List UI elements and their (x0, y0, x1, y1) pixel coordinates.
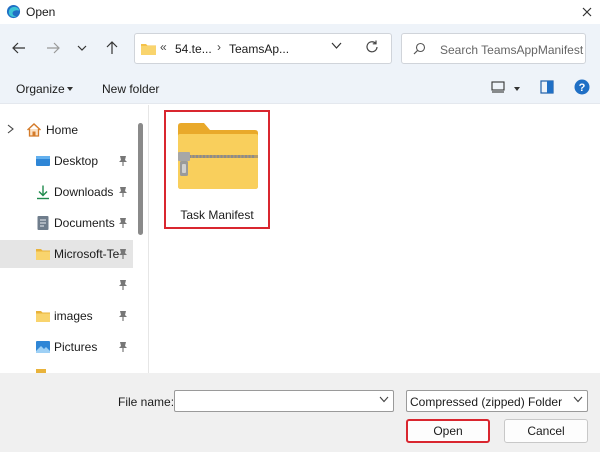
chevron-right-icon[interactable] (7, 124, 14, 134)
file-list: Task Manifest (150, 105, 600, 373)
pin-icon (119, 311, 127, 321)
chevron-down-icon[interactable] (379, 396, 389, 403)
up-button[interactable] (101, 37, 123, 59)
chevron-down-icon (573, 396, 583, 403)
arrow-right-icon (47, 42, 60, 54)
caret-down-icon[interactable] (514, 87, 520, 91)
close-icon (582, 7, 592, 17)
nav-item-label: Home (46, 123, 79, 137)
file-name: Task Manifest (180, 208, 254, 222)
documents-icon (37, 216, 49, 230)
arrow-left-icon (12, 42, 25, 54)
dialog-footer: File name: Compressed (zipped) Folder Op… (0, 373, 600, 452)
desktop-icon (36, 156, 50, 166)
help-icon[interactable]: ? (574, 79, 590, 95)
nav-item-label: Documents (54, 216, 115, 230)
folder-icon (36, 311, 50, 322)
edge-icon (6, 4, 21, 19)
file-item[interactable]: Task Manifest (164, 110, 270, 229)
command-bar: Organize New folder ? (0, 74, 600, 104)
nav-item-label: images (54, 309, 93, 323)
nav-item-label: Desktop (54, 154, 99, 168)
file-name-input[interactable] (174, 390, 394, 412)
cancel-button[interactable]: Cancel (504, 419, 588, 443)
pictures-icon (36, 341, 50, 353)
new-folder-button[interactable]: New folder (102, 82, 159, 96)
nav-pane-scrollbar[interactable] (138, 123, 143, 235)
folder-icon (141, 44, 156, 55)
navigation-pane: Home Desktop Downloads Documents Microso… (0, 105, 149, 373)
file-type-value: Compressed (zipped) Folder (410, 395, 563, 409)
nav-item-pictures[interactable]: Pictures (0, 333, 133, 361)
nav-item-downloads[interactable]: Downloads (0, 178, 133, 206)
file-type-select[interactable]: Compressed (zipped) Folder (406, 390, 588, 412)
search-box[interactable]: Search TeamsAppManifest (401, 33, 586, 64)
forward-button[interactable] (42, 37, 64, 59)
arrow-up-icon (106, 41, 118, 54)
nav-item-label: Microsoft-Te (54, 247, 120, 261)
file-name-label: File name: (118, 395, 175, 409)
nav-item-desktop[interactable]: Desktop (0, 147, 133, 175)
nav-item-home[interactable]: Home (0, 116, 133, 144)
svg-text:?: ? (579, 82, 586, 94)
pin-icon (119, 342, 127, 352)
preview-pane-icon[interactable] (540, 80, 554, 94)
chevron-right-icon: › (217, 40, 221, 54)
download-icon (37, 185, 49, 200)
pin-icon (119, 187, 127, 197)
title-bar: Open (0, 0, 600, 24)
address-overflow[interactable]: « (160, 40, 167, 54)
nav-item-microsoft-te[interactable]: Microsoft-Te (0, 240, 133, 268)
close-button[interactable] (574, 0, 600, 24)
pin-icon (119, 156, 127, 166)
nav-item-label: Pictures (54, 340, 98, 354)
zip-folder-icon (178, 123, 258, 189)
folder-icon (36, 249, 50, 260)
window-title: Open (26, 5, 56, 19)
nav-item-label: Downloads (54, 185, 114, 199)
navigation-bar: « 54.te... › TeamsAp... Search TeamsAppM… (0, 24, 600, 74)
chevron-down-icon (77, 45, 87, 51)
chevron-down-icon[interactable] (331, 42, 342, 49)
organize-menu[interactable]: Organize (16, 82, 65, 96)
nav-item-documents[interactable]: Documents (0, 209, 133, 237)
pin-icon (119, 280, 127, 290)
address-bar[interactable]: « 54.te... › TeamsAp... (134, 33, 392, 64)
back-button[interactable] (8, 37, 30, 59)
nav-item-images[interactable]: images (0, 302, 133, 330)
search-input[interactable]: Search TeamsAppManifest (440, 43, 583, 57)
caret-down-icon[interactable] (67, 87, 73, 91)
pin-icon (119, 218, 127, 228)
open-button[interactable]: Open (406, 419, 490, 443)
address-segment[interactable]: TeamsAp... (229, 42, 289, 56)
address-segment[interactable]: 54.te... (175, 42, 212, 56)
view-icon[interactable] (491, 80, 505, 94)
home-icon (27, 123, 41, 137)
refresh-icon[interactable] (365, 40, 379, 54)
nav-item-unnamed[interactable] (0, 271, 133, 299)
search-icon (413, 42, 426, 55)
recent-locations-button[interactable] (71, 37, 93, 59)
pin-icon (119, 249, 127, 259)
